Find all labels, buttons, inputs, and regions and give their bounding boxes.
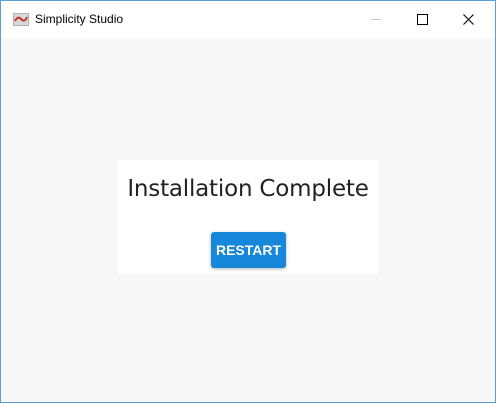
restart-button[interactable]: RESTART [211, 232, 286, 268]
app-logo-icon [13, 13, 29, 26]
installation-complete-heading: Installation Complete [127, 176, 369, 202]
installation-card: Installation Complete RESTART [118, 160, 378, 274]
window-title: Simplicity Studio [35, 12, 124, 26]
close-icon [462, 14, 474, 25]
close-button[interactable] [445, 1, 491, 38]
maximize-button[interactable] [399, 1, 445, 38]
app-window: Simplicity Studio Installation Complete … [0, 0, 496, 403]
minimize-icon [371, 19, 381, 20]
title-bar[interactable]: Simplicity Studio [1, 1, 495, 38]
minimize-button[interactable] [353, 1, 399, 38]
maximize-icon [416, 14, 428, 25]
